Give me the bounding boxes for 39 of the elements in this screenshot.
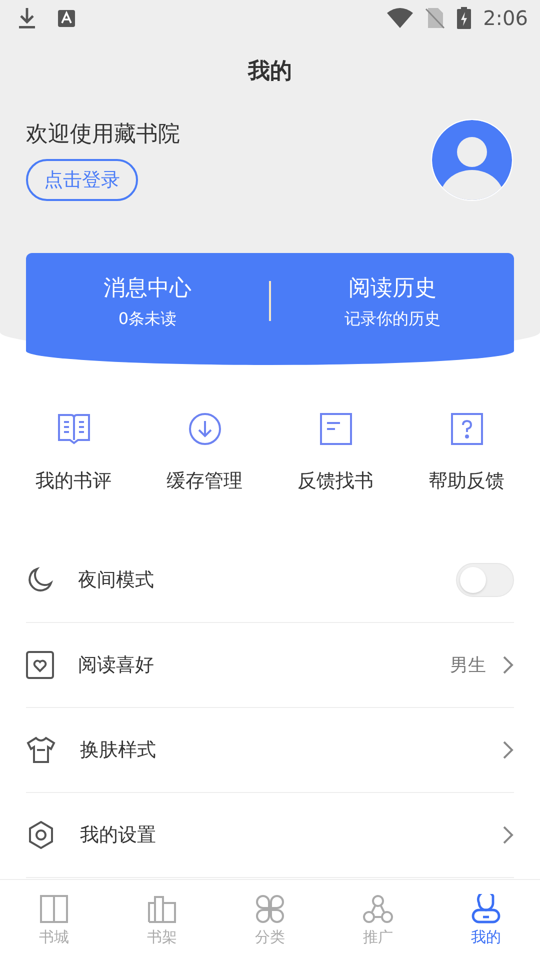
shortcut-label[interactable]: 反馈找书: [298, 468, 374, 494]
settings-icon: [26, 820, 56, 850]
book-icon[interactable]: [39, 894, 69, 924]
avatar[interactable]: [430, 118, 514, 202]
card-subtitle: 记录你的历史: [344, 308, 440, 330]
card-subtitle: 0条未读: [118, 308, 177, 330]
page-title: 我的: [246, 58, 293, 86]
download-icon[interactable]: [188, 412, 222, 446]
wifi-icon: [387, 8, 414, 28]
help-icon[interactable]: [450, 412, 484, 446]
toggle-switch[interactable]: [456, 563, 514, 597]
book-icon[interactable]: [56, 412, 90, 446]
note-icon[interactable]: [318, 412, 352, 446]
card-title[interactable]: 消息中心: [104, 272, 192, 302]
shortcut-label[interactable]: 缓存管理: [166, 468, 242, 494]
no-sim-icon: [425, 7, 446, 29]
nav-tab[interactable]: 我的: [471, 928, 501, 946]
download-icon: [18, 7, 36, 29]
user-icon[interactable]: [471, 894, 501, 924]
chevron-right-icon[interactable]: [502, 655, 514, 675]
share-icon[interactable]: [362, 894, 394, 924]
setting-label[interactable]: 换肤样式: [80, 737, 156, 763]
font-icon: [58, 10, 75, 26]
category-icon[interactable]: [255, 894, 285, 924]
setting-label[interactable]: 夜间模式: [78, 567, 154, 593]
setting-label[interactable]: 我的设置: [80, 822, 156, 848]
chevron-right-icon[interactable]: [502, 740, 514, 760]
shortcut-label[interactable]: 帮助反馈: [428, 468, 504, 494]
moon-icon: [26, 566, 54, 594]
chevron-right-icon[interactable]: [502, 825, 514, 845]
battery-icon: [457, 7, 472, 29]
setting-value: 男生: [450, 654, 486, 677]
welcome-text: 欢迎使用藏书院: [26, 121, 180, 149]
shelf-icon[interactable]: [147, 894, 177, 924]
shirt-icon: [26, 736, 56, 764]
shortcut-label[interactable]: 我的书评: [36, 468, 112, 494]
card-title[interactable]: 阅读历史: [348, 272, 436, 302]
status-time: 2:06: [483, 6, 528, 30]
setting-label[interactable]: 阅读喜好: [78, 652, 154, 678]
